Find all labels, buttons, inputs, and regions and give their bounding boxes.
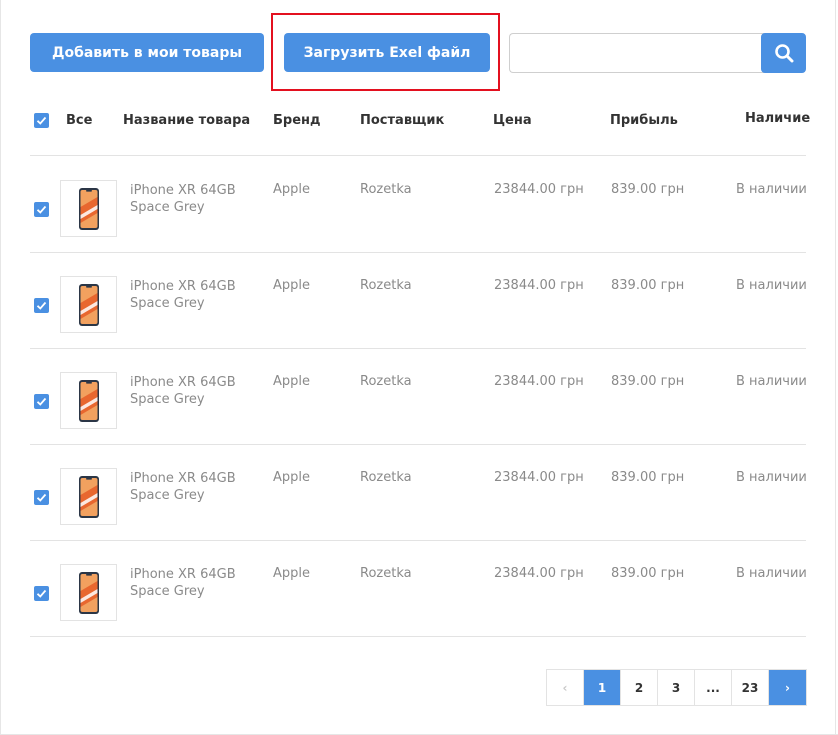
checkmark-icon bbox=[36, 301, 47, 310]
product-name-line1: iPhone XR 64GB bbox=[130, 567, 236, 582]
product-supplier: Rozetka bbox=[360, 278, 412, 293]
product-name-line2: Space Grey bbox=[130, 584, 205, 599]
row-divider bbox=[30, 444, 806, 445]
product-profit: 839.00 грн bbox=[611, 566, 685, 581]
product-name[interactable]: iPhone XR 64GB Space Grey bbox=[130, 374, 250, 408]
product-availability: В наличии bbox=[736, 470, 807, 485]
checkmark-icon bbox=[36, 397, 47, 406]
product-name-line2: Space Grey bbox=[130, 296, 205, 311]
header-brand[interactable]: Бренд bbox=[273, 113, 321, 128]
product-profit: 839.00 грн bbox=[611, 182, 685, 197]
product-availability: В наличии bbox=[736, 182, 807, 197]
product-thumbnail[interactable] bbox=[60, 276, 117, 333]
product-brand: Apple bbox=[273, 278, 311, 293]
row-divider bbox=[30, 252, 806, 253]
product-name-line1: iPhone XR 64GB bbox=[130, 375, 236, 390]
product-name[interactable]: iPhone XR 64GB Space Grey bbox=[130, 566, 250, 600]
product-supplier: Rozetka bbox=[360, 566, 412, 581]
checkmark-icon bbox=[36, 205, 47, 214]
product-availability: В наличии bbox=[736, 566, 807, 581]
row-divider bbox=[30, 540, 806, 541]
row-checkbox[interactable] bbox=[34, 202, 49, 217]
pagination-page-3[interactable]: 3 bbox=[658, 670, 695, 705]
checkmark-icon bbox=[36, 493, 47, 502]
add-to-my-products-button[interactable]: Добавить в мои товары bbox=[30, 33, 264, 72]
product-name[interactable]: iPhone XR 64GB Space Grey bbox=[130, 470, 250, 504]
row-checkbox[interactable] bbox=[34, 394, 49, 409]
product-availability: В наличии bbox=[736, 278, 807, 293]
phone-thumbnail-icon bbox=[78, 379, 99, 422]
row-checkbox[interactable] bbox=[34, 490, 49, 505]
header-availability[interactable]: Наличие bbox=[745, 111, 810, 126]
product-price: 23844.00 грн bbox=[494, 278, 584, 293]
product-brand: Apple bbox=[273, 182, 311, 197]
product-thumbnail[interactable] bbox=[60, 180, 117, 237]
product-supplier: Rozetka bbox=[360, 374, 412, 389]
search-icon bbox=[774, 44, 793, 63]
product-name[interactable]: iPhone XR 64GB Space Grey bbox=[130, 182, 250, 216]
row-checkbox[interactable] bbox=[34, 586, 49, 601]
header-profit[interactable]: Прибыль bbox=[610, 113, 678, 128]
product-profit: 839.00 грн bbox=[611, 470, 685, 485]
select-all-checkbox[interactable] bbox=[34, 113, 49, 128]
row-divider bbox=[30, 348, 806, 349]
product-name-line1: iPhone XR 64GB bbox=[130, 183, 236, 198]
pagination-page-1[interactable]: 1 bbox=[584, 670, 621, 705]
product-name-line2: Space Grey bbox=[130, 488, 205, 503]
product-profit: 839.00 грн bbox=[611, 374, 685, 389]
product-profit: 839.00 грн bbox=[611, 278, 685, 293]
header-supplier[interactable]: Поставщик bbox=[360, 113, 444, 128]
product-name-line1: iPhone XR 64GB bbox=[130, 471, 236, 486]
product-price: 23844.00 грн bbox=[494, 374, 584, 389]
product-price: 23844.00 грн bbox=[494, 182, 584, 197]
header-all: Все bbox=[66, 113, 93, 128]
product-brand: Apple bbox=[273, 470, 311, 485]
header-product-name[interactable]: Название товара bbox=[123, 113, 250, 128]
product-price: 23844.00 грн bbox=[494, 470, 584, 485]
phone-thumbnail-icon bbox=[78, 475, 99, 518]
pagination-next-button[interactable]: › bbox=[769, 670, 806, 705]
product-name[interactable]: iPhone XR 64GB Space Grey bbox=[130, 278, 250, 312]
checkmark-icon bbox=[36, 116, 47, 125]
header-divider bbox=[30, 155, 806, 156]
phone-thumbnail-icon bbox=[78, 187, 99, 230]
search-bar bbox=[509, 33, 806, 73]
pagination-prev-button[interactable]: ‹ bbox=[547, 670, 584, 705]
product-supplier: Rozetka bbox=[360, 182, 412, 197]
product-thumbnail[interactable] bbox=[60, 372, 117, 429]
row-checkbox[interactable] bbox=[34, 298, 49, 313]
upload-excel-button[interactable]: Загрузить Exel файл bbox=[284, 33, 490, 72]
product-name-line1: iPhone XR 64GB bbox=[130, 279, 236, 294]
product-supplier: Rozetka bbox=[360, 470, 412, 485]
frame-border-left bbox=[0, 0, 1, 735]
header-price[interactable]: Цена bbox=[493, 113, 532, 128]
product-availability: В наличии bbox=[736, 374, 807, 389]
pagination-page-2[interactable]: 2 bbox=[621, 670, 658, 705]
product-thumbnail[interactable] bbox=[60, 564, 117, 621]
search-input[interactable] bbox=[509, 33, 769, 73]
product-brand: Apple bbox=[273, 374, 311, 389]
phone-thumbnail-icon bbox=[78, 283, 99, 326]
pagination-page-23[interactable]: 23 bbox=[732, 670, 769, 705]
product-name-line2: Space Grey bbox=[130, 200, 205, 215]
search-button[interactable] bbox=[761, 33, 806, 73]
pagination-ellipsis: ... bbox=[695, 670, 732, 705]
phone-thumbnail-icon bbox=[78, 571, 99, 614]
product-name-line2: Space Grey bbox=[130, 392, 205, 407]
frame-border-right bbox=[835, 0, 836, 735]
product-price: 23844.00 грн bbox=[494, 566, 584, 581]
pagination: ‹ 1 2 3 ... 23 › bbox=[546, 669, 807, 706]
product-thumbnail[interactable] bbox=[60, 468, 117, 525]
product-brand: Apple bbox=[273, 566, 311, 581]
row-divider bbox=[30, 636, 806, 637]
checkmark-icon bbox=[36, 589, 47, 598]
